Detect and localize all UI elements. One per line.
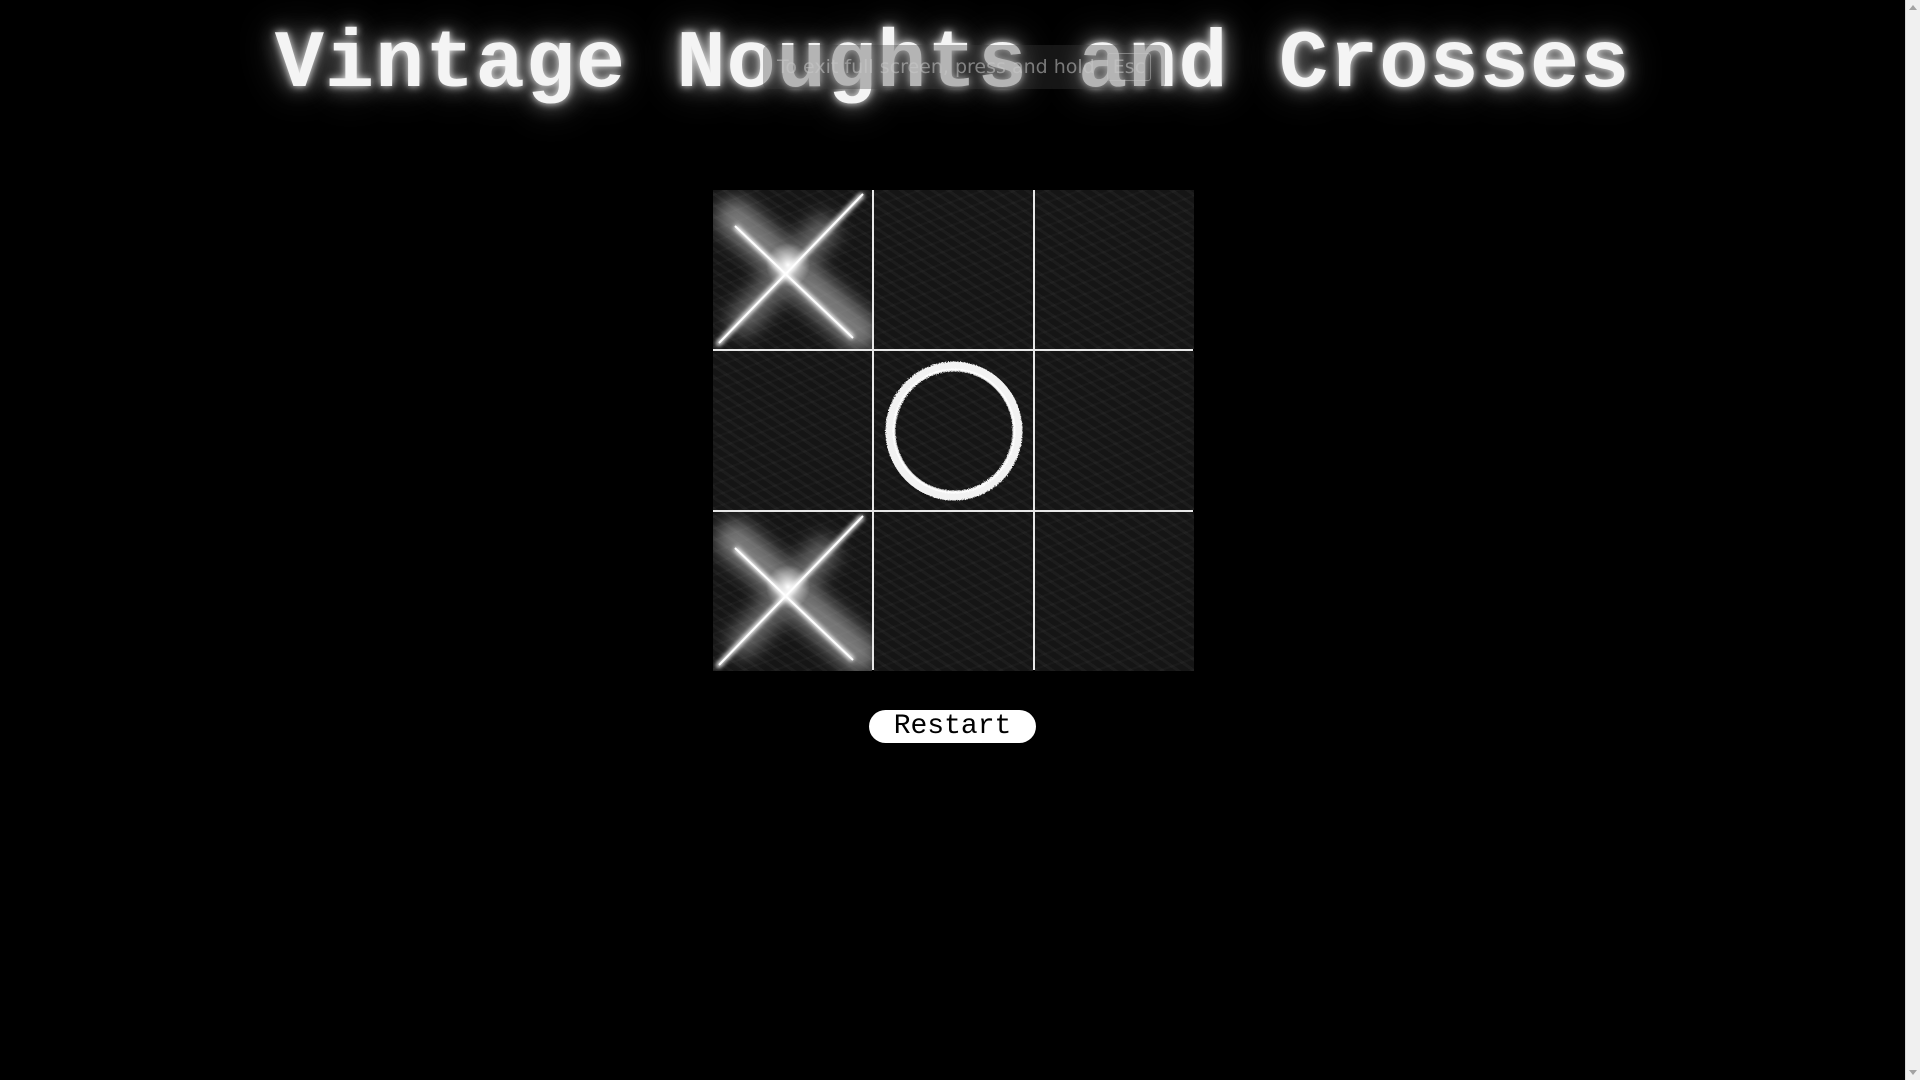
x-mark-icon bbox=[715, 514, 872, 671]
fullscreen-notice-text: To exit full screen, press and hold bbox=[777, 56, 1095, 78]
board-cell-8[interactable] bbox=[874, 512, 1033, 671]
scroll-up-arrow-icon[interactable] bbox=[1909, 5, 1917, 10]
board-cell-9[interactable] bbox=[1035, 512, 1194, 671]
board-cell-1[interactable] bbox=[713, 190, 872, 349]
game-page: Vintage Noughts and Crosses To exit full… bbox=[0, 0, 1905, 1080]
board-cell-7[interactable] bbox=[713, 512, 872, 671]
board-cell-2[interactable] bbox=[874, 190, 1033, 349]
scroll-down-arrow-icon[interactable] bbox=[1909, 1070, 1917, 1075]
game-board bbox=[713, 190, 1194, 671]
vertical-scrollbar[interactable] bbox=[1905, 0, 1920, 1080]
board-cell-3[interactable] bbox=[1035, 190, 1194, 349]
board-cell-4[interactable] bbox=[713, 351, 872, 510]
x-mark-icon bbox=[715, 192, 872, 349]
o-mark-icon bbox=[885, 361, 1023, 501]
fullscreen-notice: To exit full screen, press and hold Esc bbox=[763, 45, 1166, 89]
restart-button[interactable]: Restart bbox=[869, 710, 1036, 743]
board-cell-5[interactable] bbox=[874, 351, 1033, 510]
esc-key-hint: Esc bbox=[1106, 53, 1152, 81]
board-cell-6[interactable] bbox=[1035, 351, 1194, 510]
